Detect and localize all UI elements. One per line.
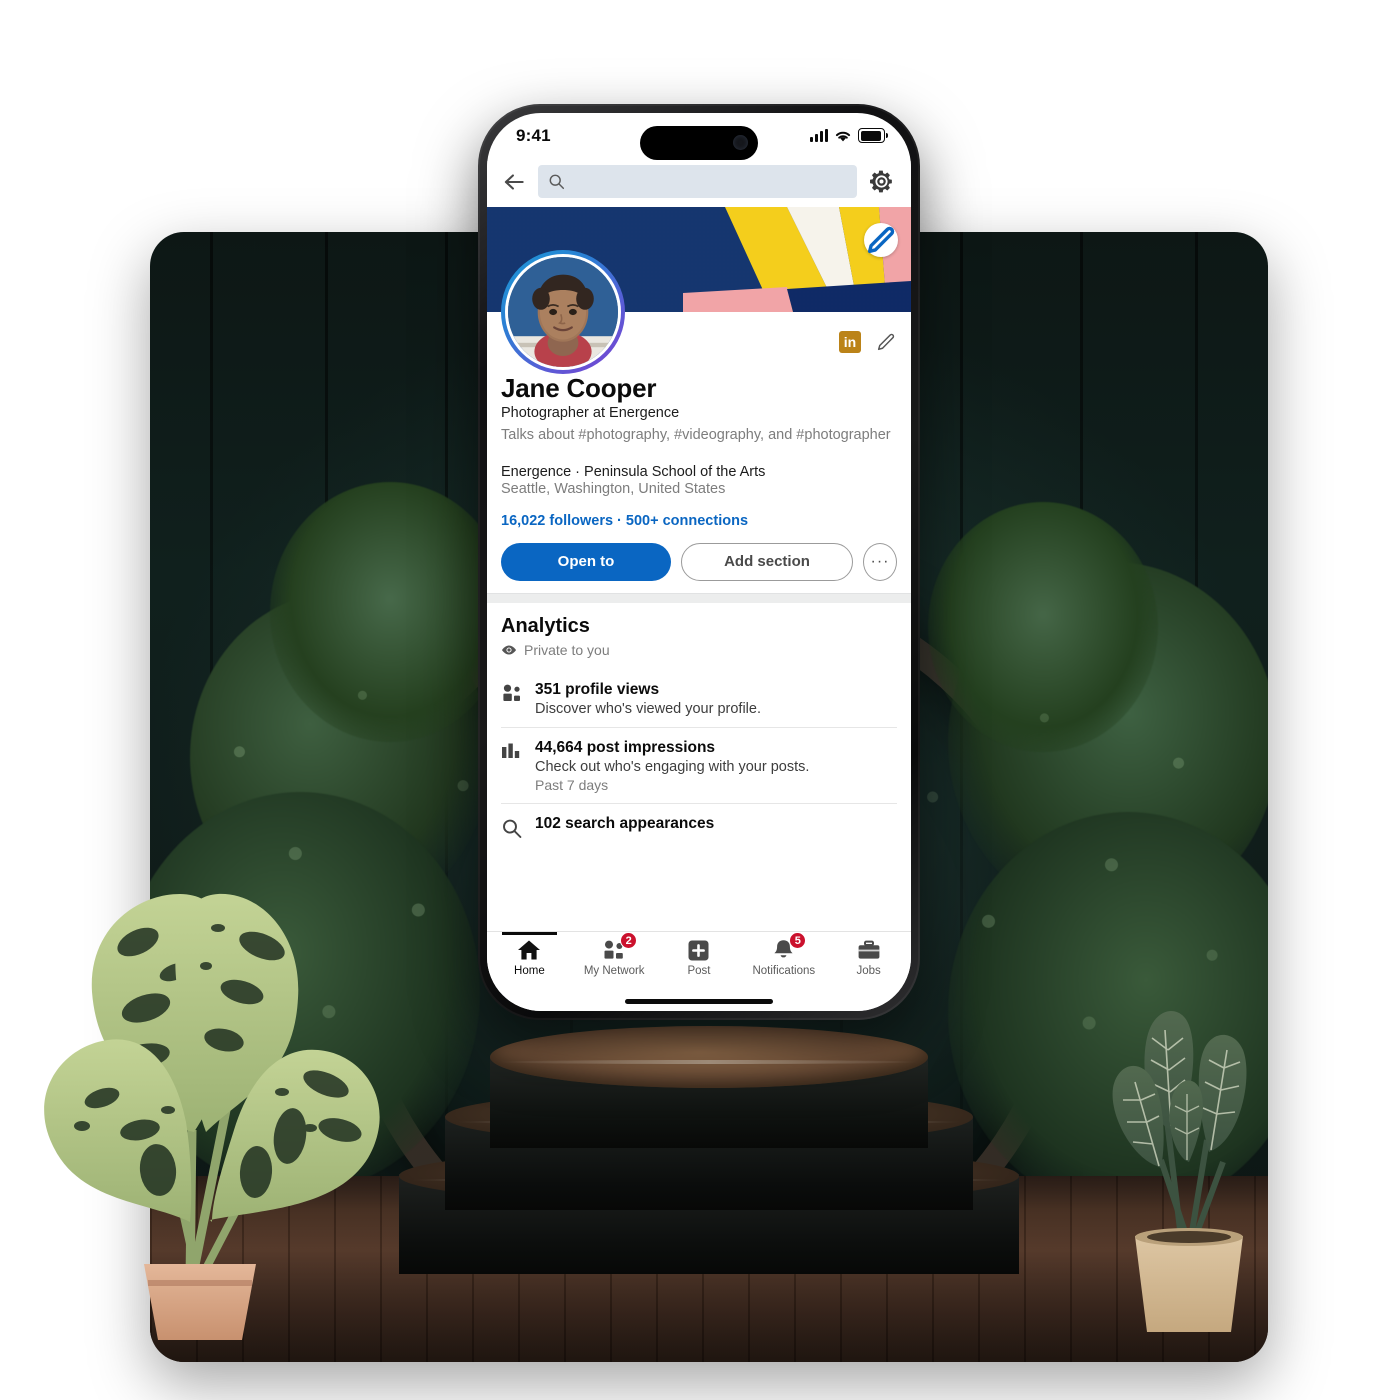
home-indicator <box>625 999 773 1004</box>
analytics-item-search-appearances[interactable]: 102 search appearances <box>501 804 897 853</box>
phone-device: 9:41 in Jane Cooper Photographer at Ener… <box>478 104 920 1020</box>
bell-icon: 5 <box>772 932 807 963</box>
nav-item-home[interactable]: Home <box>487 932 572 977</box>
people-icon <box>501 681 523 717</box>
analytics-section: Analytics Private to you 351 profile vie… <box>487 602 911 853</box>
analytics-item-meta: Past 7 days <box>535 776 609 793</box>
nav-badge: 2 <box>620 932 638 949</box>
nav-label: Home <box>514 965 545 977</box>
bar-chart-icon <box>501 739 523 793</box>
search-input[interactable] <box>538 165 857 198</box>
monstera-plant <box>44 893 380 1340</box>
status-icons <box>810 128 888 143</box>
section-divider <box>487 592 911 603</box>
battery-icon <box>858 128 888 143</box>
analytics-item-headline: 44,664 post impressions <box>535 738 716 756</box>
analytics-item-sub: Check out who's engaging with your posts… <box>535 758 810 775</box>
page-title: Jane Cooper <box>501 373 657 403</box>
screenshot-root: 9:41 in Jane Cooper Photographer at Ener… <box>0 0 1400 1400</box>
wifi-icon <box>835 131 851 141</box>
profile-section: in Jane Cooper Photographer at Energence… <box>487 250 911 593</box>
profile-talks-about: Talks about #photography, #videography, … <box>501 427 891 443</box>
nav-item-notifications[interactable]: 5 Notifications <box>741 932 826 977</box>
people-icon: 2 <box>602 932 638 963</box>
analytics-item-profile-views[interactable]: 351 profile views Discover who's viewed … <box>501 670 897 727</box>
analytics-item-headline: 102 search appearances <box>535 814 715 832</box>
podium-tier-top <box>490 1026 928 1148</box>
add-section-button[interactable]: Add section <box>681 542 853 581</box>
eye-icon <box>501 645 517 655</box>
nav-label: My Network <box>583 965 645 977</box>
profile-button-row: Open to Add section ··· <box>501 542 897 581</box>
nav-label: Jobs <box>856 965 881 977</box>
cellular-signal-icon <box>810 129 828 142</box>
profile-stats[interactable]: 16,022 followers · 500+ connections <box>501 513 897 529</box>
nav-item-jobs[interactable]: Jobs <box>826 937 911 977</box>
briefcase-icon <box>857 937 881 963</box>
analytics-item-post-impressions[interactable]: 44,664 post impressions Check out who's … <box>501 728 897 803</box>
pencil-edit-icon <box>867 226 895 254</box>
status-time: 9:41 <box>516 126 551 145</box>
anthurium-plant <box>1112 1011 1247 1332</box>
profile-headline: Photographer at Energence <box>501 405 680 421</box>
top-navigation <box>487 161 911 207</box>
nav-badge: 5 <box>789 932 807 949</box>
dynamic-island <box>640 126 758 160</box>
analytics-title: Analytics <box>501 614 590 637</box>
analytics-item-headline: 351 profile views <box>535 680 660 698</box>
open-to-button[interactable]: Open to <box>501 542 671 581</box>
cover-edit-button[interactable] <box>864 223 898 257</box>
nav-label: Notifications <box>752 965 816 977</box>
nav-item-post[interactable]: Post <box>657 937 742 977</box>
nav-label: Post <box>687 965 711 977</box>
profile-company-education: Energence · Peninsula School of the Arts <box>501 463 766 480</box>
linkedin-premium-badge[interactable]: in <box>839 331 861 353</box>
profile-location: Seattle, Washington, United States <box>501 480 726 497</box>
phone-screen: 9:41 in Jane Cooper Photographer at Ener… <box>487 113 911 1011</box>
analytics-item-sub: Discover who's viewed your profile. <box>535 700 761 717</box>
profile-photo-art <box>508 257 618 367</box>
profile-photo <box>508 257 618 367</box>
more-options-button[interactable]: ··· <box>863 542 897 581</box>
back-arrow-icon[interactable] <box>501 169 527 195</box>
profile-edit-icon[interactable] <box>875 331 897 353</box>
nav-item-my-network[interactable]: 2 My Network <box>572 932 657 977</box>
search-icon <box>549 174 565 190</box>
plus-square-icon <box>687 937 710 963</box>
avatar[interactable] <box>501 250 625 374</box>
home-icon <box>517 937 541 963</box>
gear-icon[interactable] <box>868 168 895 195</box>
analytics-privacy: Private to you <box>501 642 897 658</box>
analytics-privacy-label: Private to you <box>524 641 610 658</box>
search-icon <box>501 815 523 843</box>
